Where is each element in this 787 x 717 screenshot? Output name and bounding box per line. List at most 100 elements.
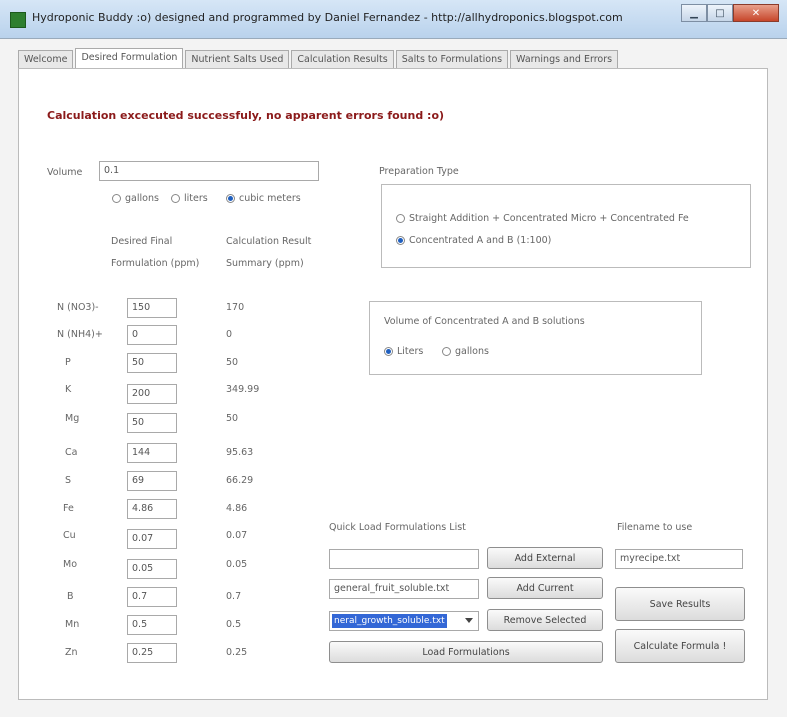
tab-welcome[interactable]: Welcome <box>18 50 74 69</box>
status-message: Calculation excecuted successfuly, no ap… <box>47 109 445 122</box>
save-results-button[interactable]: Save Results <box>615 587 745 621</box>
preparation-type-label: Preparation Type <box>379 166 459 177</box>
prep-option-straight-label: Straight Addition + Concentrated Micro +… <box>409 213 689 224</box>
prep-option-concentrated-ab-label: Concentrated A and B (1:100) <box>409 235 552 246</box>
nutrient-desired-input[interactable]: 4.86 <box>127 499 177 519</box>
app-window: Hydroponic Buddy :o) designed and progra… <box>0 0 787 717</box>
nutrient-name: P <box>65 357 71 368</box>
conc-gallons-option[interactable]: gallons <box>442 346 489 357</box>
nutrient-result: 50 <box>226 357 239 368</box>
tab-salts-to-formulations[interactable]: Salts to Formulations <box>395 50 509 69</box>
nutrient-name: Mg <box>65 413 80 424</box>
radio-selected-icon <box>384 347 393 356</box>
chevron-down-icon <box>465 618 473 623</box>
quick-load-label: Quick Load Formulations List <box>329 522 466 533</box>
concentrated-volume-group: Volume of Concentrated A and B solutions… <box>369 301 702 375</box>
add-external-button[interactable]: Add External <box>487 547 603 569</box>
tab-calculation-results[interactable]: Calculation Results <box>291 50 394 69</box>
radio-icon <box>396 214 405 223</box>
radio-icon <box>171 194 180 203</box>
unit-liters-label: liters <box>184 193 208 204</box>
filename-label: Filename to use <box>617 522 693 533</box>
unit-gallons-label: gallons <box>125 193 159 204</box>
nutrient-result: 0.7 <box>226 591 242 602</box>
remove-selected-button[interactable]: Remove Selected <box>487 609 603 631</box>
unit-liters-option[interactable]: liters <box>171 193 208 204</box>
tab-warnings-and-errors[interactable]: Warnings and Errors <box>510 50 619 69</box>
nutrient-desired-input[interactable]: 69 <box>127 471 177 491</box>
volume-input[interactable]: 0.1 <box>99 161 319 181</box>
nutrient-desired-input[interactable]: 200 <box>127 384 177 404</box>
nutrient-result: 349.99 <box>226 384 260 395</box>
nutrient-result: 66.29 <box>226 475 254 486</box>
unit-cubic-meters-label: cubic meters <box>239 193 301 204</box>
nutrient-desired-input[interactable]: 0.05 <box>127 559 177 579</box>
nutrient-result: 0.25 <box>226 647 248 658</box>
nutrient-desired-input[interactable]: 0.07 <box>127 529 177 549</box>
radio-selected-icon <box>226 194 235 203</box>
nutrient-desired-input[interactable]: 0.25 <box>127 643 177 663</box>
nutrient-result: 95.63 <box>226 447 254 458</box>
desired-formulation-panel: Calculation excecuted successfuly, no ap… <box>18 68 768 700</box>
current-formulation-input[interactable]: general_fruit_soluble.txt <box>329 579 479 599</box>
nutrient-name: N (NH4)+ <box>57 329 103 340</box>
add-current-button[interactable]: Add Current <box>487 577 603 599</box>
desired-header-line2: Formulation (ppm) <box>111 258 200 269</box>
nutrient-desired-input[interactable]: 144 <box>127 443 177 463</box>
nutrient-desired-input[interactable]: 0 <box>127 325 177 345</box>
nutrient-desired-input[interactable]: 50 <box>127 413 177 433</box>
prep-option-concentrated-ab[interactable]: Concentrated A and B (1:100) <box>396 235 551 246</box>
prep-option-straight[interactable]: Straight Addition + Concentrated Micro +… <box>396 213 689 224</box>
tab-nutrient-salts-used[interactable]: Nutrient Salts Used <box>185 50 290 69</box>
concentrated-volume-label: Volume of Concentrated A and B solutions <box>384 316 585 327</box>
formulations-dropdown[interactable]: neral_growth_soluble.txt <box>329 611 479 631</box>
window-title: Hydroponic Buddy :o) designed and progra… <box>32 11 623 24</box>
filename-input[interactable]: myrecipe.txt <box>615 549 743 569</box>
radio-icon <box>112 194 121 203</box>
nutrient-result: 0.05 <box>226 559 248 570</box>
nutrient-name: B <box>67 591 74 602</box>
radio-selected-icon <box>396 236 405 245</box>
nutrient-name: N (NO3)- <box>57 302 99 313</box>
nutrient-desired-input[interactable]: 0.7 <box>127 587 177 607</box>
nutrient-desired-input[interactable]: 150 <box>127 298 177 318</box>
nutrient-name: K <box>65 384 72 395</box>
unit-gallons-option[interactable]: gallons <box>112 193 159 204</box>
desired-header-line1: Desired Final <box>111 236 173 247</box>
nutrient-name: S <box>65 475 72 486</box>
unit-cubic-meters-option[interactable]: cubic meters <box>226 193 301 204</box>
nutrient-name: Mn <box>65 619 80 630</box>
title-bar: Hydroponic Buddy :o) designed and progra… <box>0 0 787 39</box>
nutrient-result: 0.5 <box>226 619 242 630</box>
volume-label: Volume <box>47 167 83 178</box>
nutrient-name: Mo <box>63 559 78 570</box>
nutrient-result: 4.86 <box>226 503 248 514</box>
app-icon <box>10 12 26 28</box>
maximize-icon[interactable]: □ <box>707 4 733 22</box>
nutrient-result: 170 <box>226 302 245 313</box>
radio-icon <box>442 347 451 356</box>
load-formulations-button[interactable]: Load Formulations <box>329 641 603 663</box>
calculate-formula-button[interactable]: Calculate Formula ! <box>615 629 745 663</box>
formulations-selected-value: neral_growth_soluble.txt <box>332 614 447 628</box>
nutrient-desired-input[interactable]: 0.5 <box>127 615 177 635</box>
nutrient-name: Ca <box>65 447 78 458</box>
conc-liters-option[interactable]: Liters <box>384 346 423 357</box>
nutrient-result: 0 <box>226 329 233 340</box>
nutrient-name: Zn <box>65 647 78 658</box>
close-icon[interactable]: ✕ <box>733 4 779 22</box>
nutrient-result: 0.07 <box>226 530 248 541</box>
external-formulation-input[interactable] <box>329 549 479 569</box>
window-controls: ▁ □ ✕ <box>681 4 779 22</box>
conc-liters-label: Liters <box>397 346 424 357</box>
conc-gallons-label: gallons <box>455 346 489 357</box>
nutrient-result: 50 <box>226 413 239 424</box>
nutrient-name: Cu <box>63 530 76 541</box>
tab-desired-formulation[interactable]: Desired Formulation <box>75 48 184 69</box>
tab-bar: Welcome Desired Formulation Nutrient Sal… <box>18 48 620 69</box>
result-header-line2: Summary (ppm) <box>226 258 304 269</box>
nutrient-desired-input[interactable]: 50 <box>127 353 177 373</box>
nutrient-name: Fe <box>63 503 74 514</box>
preparation-type-group: Straight Addition + Concentrated Micro +… <box>381 184 751 268</box>
minimize-icon[interactable]: ▁ <box>681 4 707 22</box>
